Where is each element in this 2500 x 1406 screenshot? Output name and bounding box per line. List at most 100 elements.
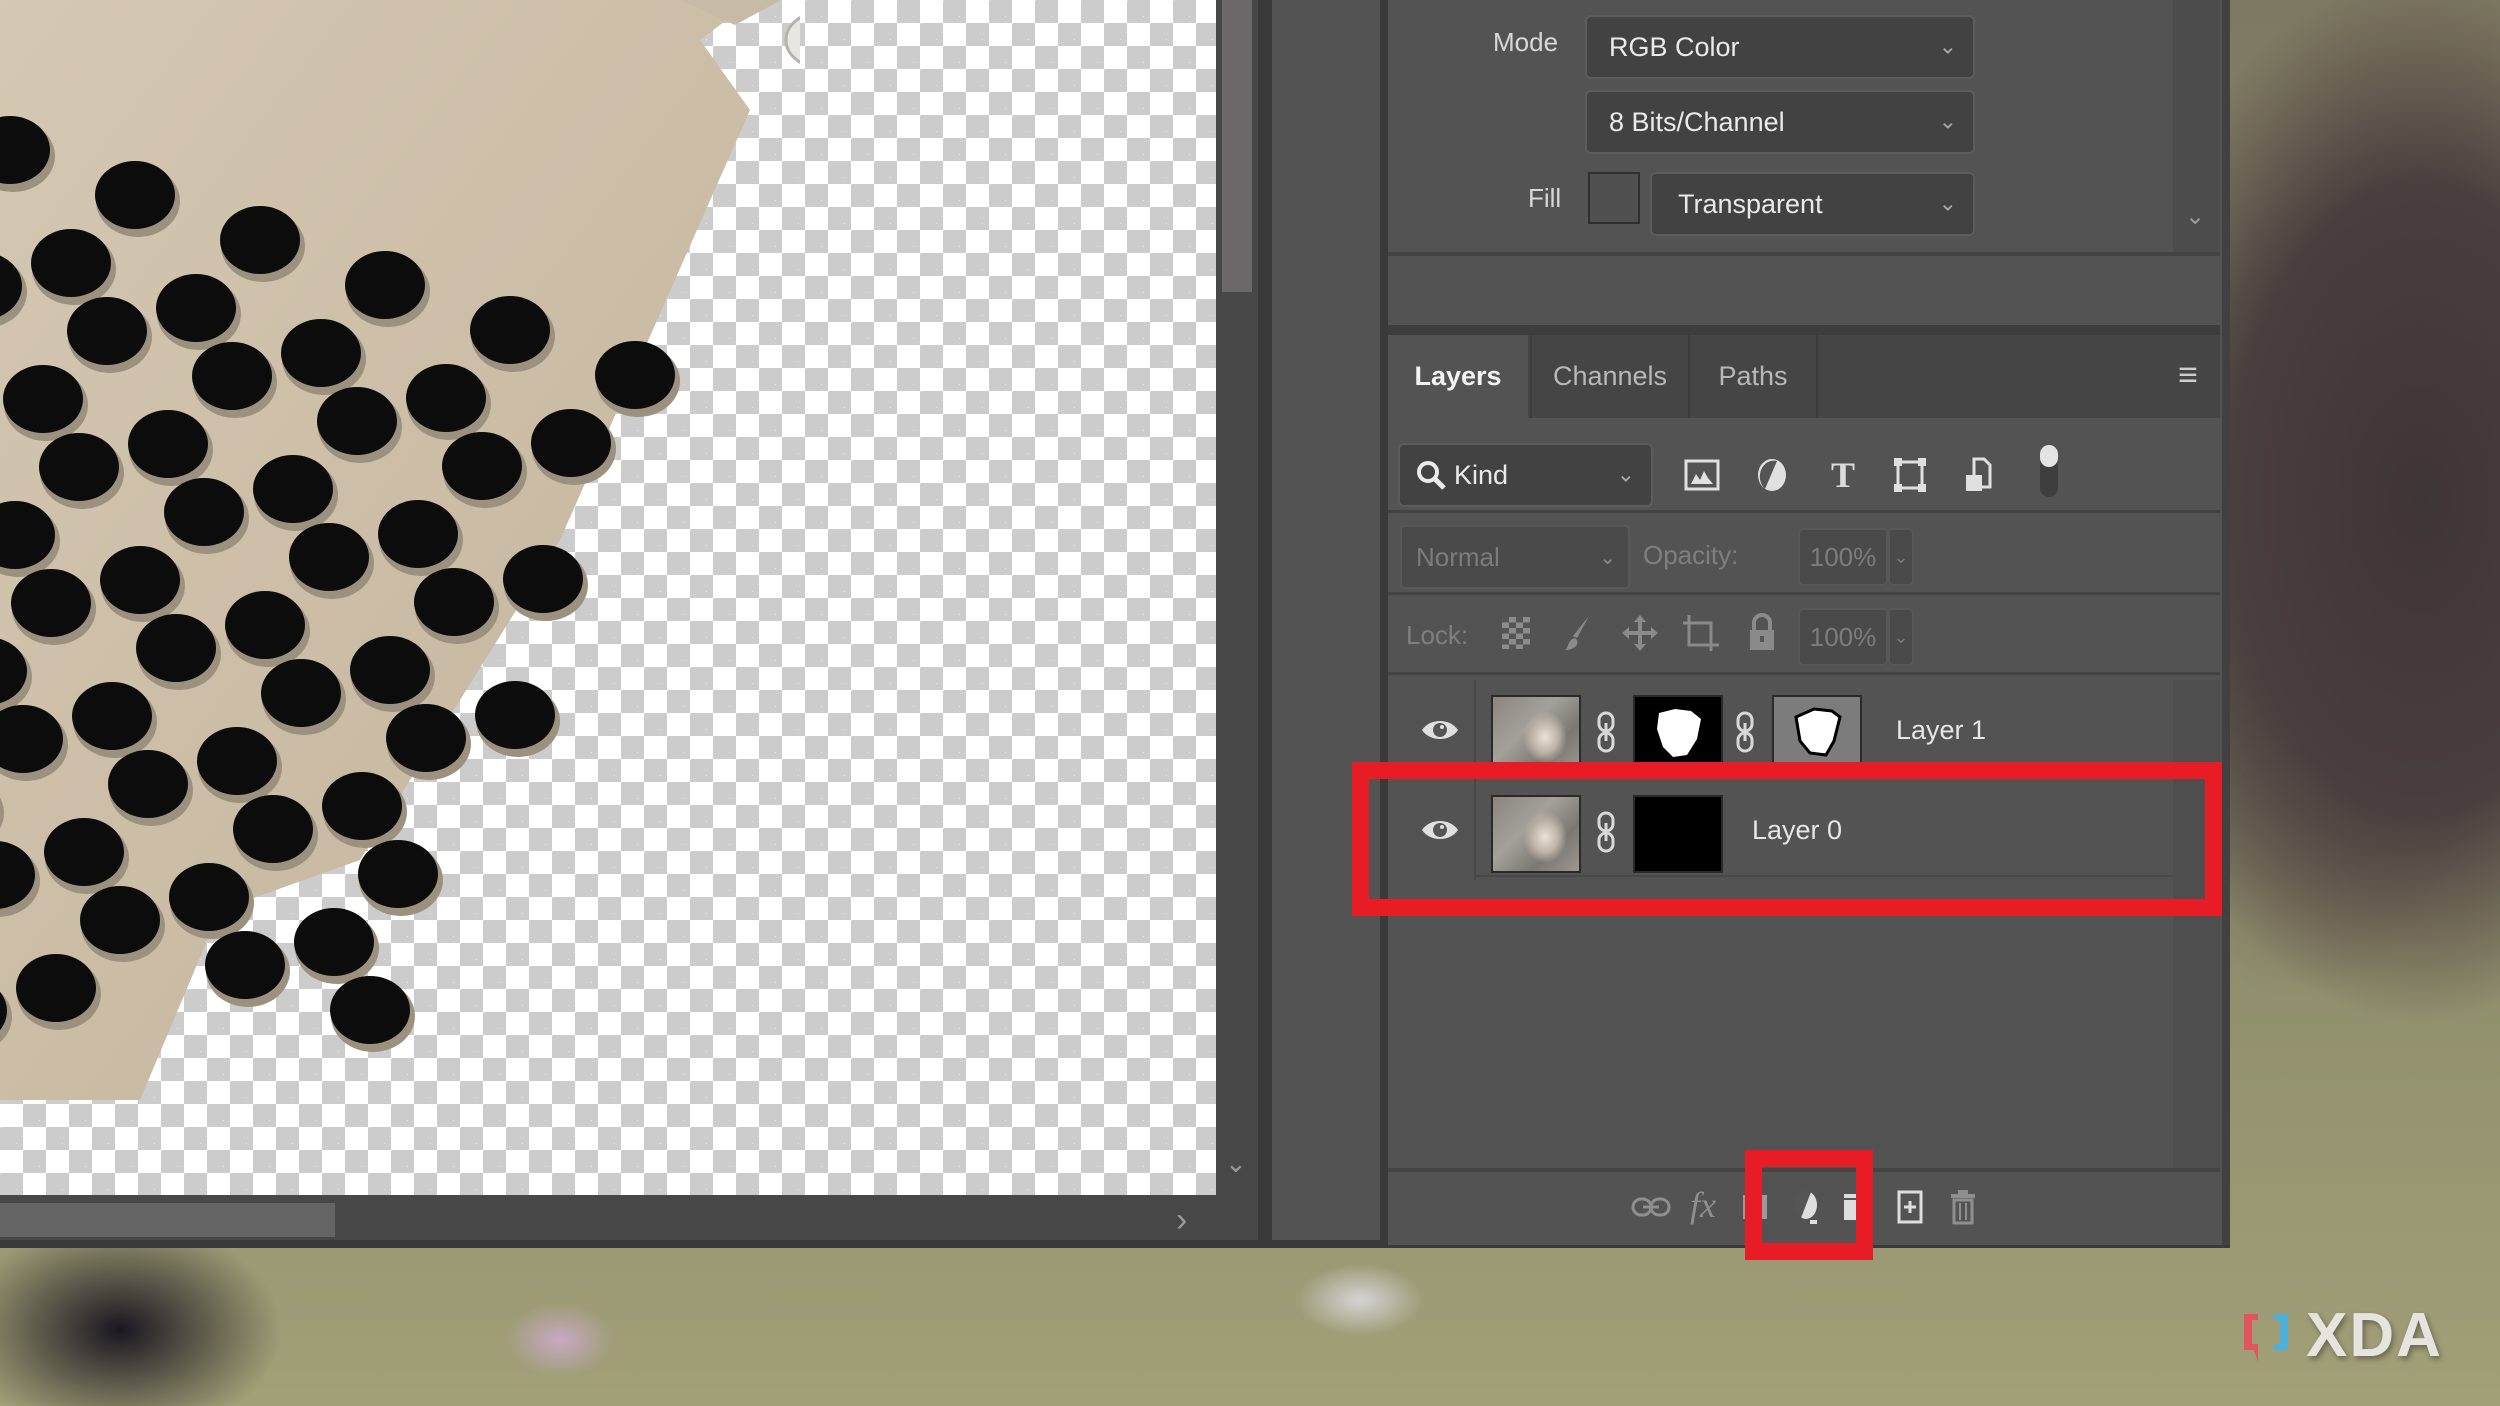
xda-logo-icon bbox=[2244, 1314, 2288, 1362]
perforation-hole bbox=[406, 364, 486, 432]
lock-transparent-pixels-icon[interactable] bbox=[1502, 617, 1530, 649]
fill-opacity-dropdown[interactable]: ⌄ bbox=[1888, 608, 1914, 666]
layer-kind-filter-select[interactable]: Kind ⌄ bbox=[1398, 443, 1653, 507]
filter-toggle-icon[interactable] bbox=[2040, 445, 2058, 497]
perforation-hole bbox=[95, 161, 175, 229]
horizontal-scroll-thumb[interactable] bbox=[0, 1203, 335, 1237]
xda-watermark-text: XDA bbox=[2306, 1300, 2443, 1370]
kind-label: Kind bbox=[1454, 459, 1509, 490]
link-layers-icon[interactable] bbox=[1626, 1182, 1676, 1232]
perforation-hole bbox=[192, 342, 272, 410]
chain-link-icon[interactable] bbox=[1596, 710, 1616, 754]
panel-menu-icon[interactable]: ≡ bbox=[2168, 355, 2208, 395]
shape-layer-filter-icon[interactable] bbox=[1888, 453, 1932, 497]
pixel-layer-filter-icon[interactable] bbox=[1680, 453, 1724, 497]
section-divider bbox=[1388, 252, 2220, 256]
perforation-hole bbox=[31, 229, 111, 297]
opacity-dropdown[interactable]: ⌄ bbox=[1888, 528, 1914, 586]
adjustment-layer-filter-icon[interactable] bbox=[1750, 453, 1794, 497]
perforation-hole bbox=[350, 636, 430, 704]
section-divider bbox=[1388, 510, 2220, 513]
perforation-hole bbox=[531, 409, 611, 477]
layer-name[interactable]: Layer 1 bbox=[1896, 715, 1986, 746]
perforation-hole bbox=[330, 976, 410, 1044]
canvas-vertical-scrollbar[interactable]: ⌄ bbox=[1216, 0, 1258, 1195]
perforation-hole bbox=[156, 274, 236, 342]
properties-scrollbar[interactable]: ⌄ bbox=[2173, 0, 2220, 252]
blend-mode-select[interactable]: Normal ⌄ bbox=[1400, 525, 1630, 589]
perforation-hole bbox=[386, 704, 466, 772]
perforation-hole bbox=[16, 954, 96, 1022]
scroll-down-arrow-icon[interactable]: ⌄ bbox=[1225, 1150, 1247, 1176]
perforation-hole bbox=[39, 433, 119, 501]
scroll-right-arrow-icon[interactable]: › bbox=[1176, 1203, 1187, 1237]
perforation-hole bbox=[197, 727, 277, 795]
document-canvas[interactable] bbox=[0, 0, 1216, 1195]
perforation-hole bbox=[322, 772, 402, 840]
new-layer-icon[interactable] bbox=[1885, 1182, 1935, 1232]
perforation-hole bbox=[164, 478, 244, 546]
opacity-input[interactable]: 100% bbox=[1798, 528, 1888, 586]
lock-image-pixels-icon[interactable] bbox=[1560, 613, 1596, 653]
perforation-hole bbox=[108, 750, 188, 818]
perforation-hole bbox=[475, 681, 555, 749]
perforation-hole bbox=[442, 432, 522, 500]
perforation-hole bbox=[358, 840, 438, 908]
opacity-label: Opacity: bbox=[1643, 540, 1739, 570]
fill-select[interactable]: Transparent ⌄ bbox=[1650, 172, 1975, 236]
tab-channels[interactable]: Channels bbox=[1530, 335, 1690, 418]
bit-depth-select[interactable]: 8 Bits/Channel ⌄ bbox=[1585, 90, 1975, 154]
lock-all-icon[interactable] bbox=[1744, 610, 1780, 654]
fill-select-value: Transparent bbox=[1678, 188, 1823, 219]
perforation-hole bbox=[205, 931, 285, 999]
canvas-speaker-image bbox=[0, 0, 800, 1100]
fx-icon[interactable]: fx bbox=[1678, 1180, 1728, 1230]
lock-label: Lock: bbox=[1406, 620, 1469, 650]
mode-select-value: RGB Color bbox=[1609, 31, 1740, 62]
scroll-down-arrow-icon[interactable]: ⌄ bbox=[2185, 205, 2205, 229]
bit-depth-select-value: 8 Bits/Channel bbox=[1609, 106, 1785, 137]
lock-artboard-icon[interactable] bbox=[1681, 613, 1721, 653]
layers-list-scrollbar[interactable] bbox=[2173, 680, 2220, 1170]
delete-layer-icon[interactable] bbox=[1938, 1182, 1988, 1232]
perforation-hole bbox=[220, 206, 300, 274]
chevron-down-icon: ⌄ bbox=[1938, 33, 1957, 59]
mode-label: Mode bbox=[1493, 27, 1559, 57]
eye-visibility-icon[interactable] bbox=[1420, 712, 1460, 748]
perforation-hole bbox=[345, 251, 425, 319]
smart-object-filter-icon[interactable] bbox=[1956, 453, 2000, 497]
tab-layers[interactable]: Layers bbox=[1388, 335, 1528, 418]
fill-label: Fill bbox=[1528, 183, 1562, 213]
perforation-hole bbox=[67, 297, 147, 365]
properties-section: Mode RGB Color ⌄ 8 Bits/Channel ⌄ Fill T… bbox=[1388, 0, 2173, 252]
panel-divider bbox=[1380, 0, 1388, 1245]
vertical-scroll-thumb[interactable] bbox=[1222, 0, 1252, 292]
perforation-hole bbox=[503, 545, 583, 613]
perforation-hole bbox=[233, 795, 313, 863]
section-divider bbox=[1388, 672, 2220, 675]
perforation-hole bbox=[100, 546, 180, 614]
fill-opacity-input[interactable]: 100% bbox=[1798, 608, 1888, 666]
type-layer-filter-icon[interactable]: T bbox=[1821, 453, 1865, 497]
perforation-hole bbox=[289, 523, 369, 591]
section-divider bbox=[1388, 325, 2220, 335]
chevron-down-icon: ⌄ bbox=[1893, 626, 1909, 647]
perforation-hole bbox=[44, 818, 124, 886]
highlight-box-layer-0 bbox=[1352, 762, 2222, 916]
perforation-hole bbox=[378, 500, 458, 568]
mode-select[interactable]: RGB Color ⌄ bbox=[1585, 15, 1975, 79]
perforation-hole bbox=[80, 886, 160, 954]
lock-position-icon[interactable] bbox=[1620, 613, 1660, 653]
perforation-hole bbox=[136, 614, 216, 682]
perforation-hole bbox=[595, 341, 675, 409]
chain-link-icon[interactable] bbox=[1735, 710, 1755, 754]
highlight-box-add-mask bbox=[1745, 1150, 1873, 1260]
canvas-horizontal-scrollbar[interactable]: › bbox=[0, 1195, 1258, 1245]
search-icon bbox=[1417, 461, 1446, 490]
tab-paths[interactable]: Paths bbox=[1690, 335, 1818, 418]
layer-row-layer-1[interactable]: Layer 1 bbox=[1388, 690, 2173, 773]
chevron-down-icon: ⌄ bbox=[1599, 547, 1616, 569]
xda-watermark: XDA bbox=[2240, 1301, 2443, 1370]
perforation-hole bbox=[3, 365, 83, 433]
fill-color-swatch[interactable] bbox=[1588, 172, 1640, 224]
